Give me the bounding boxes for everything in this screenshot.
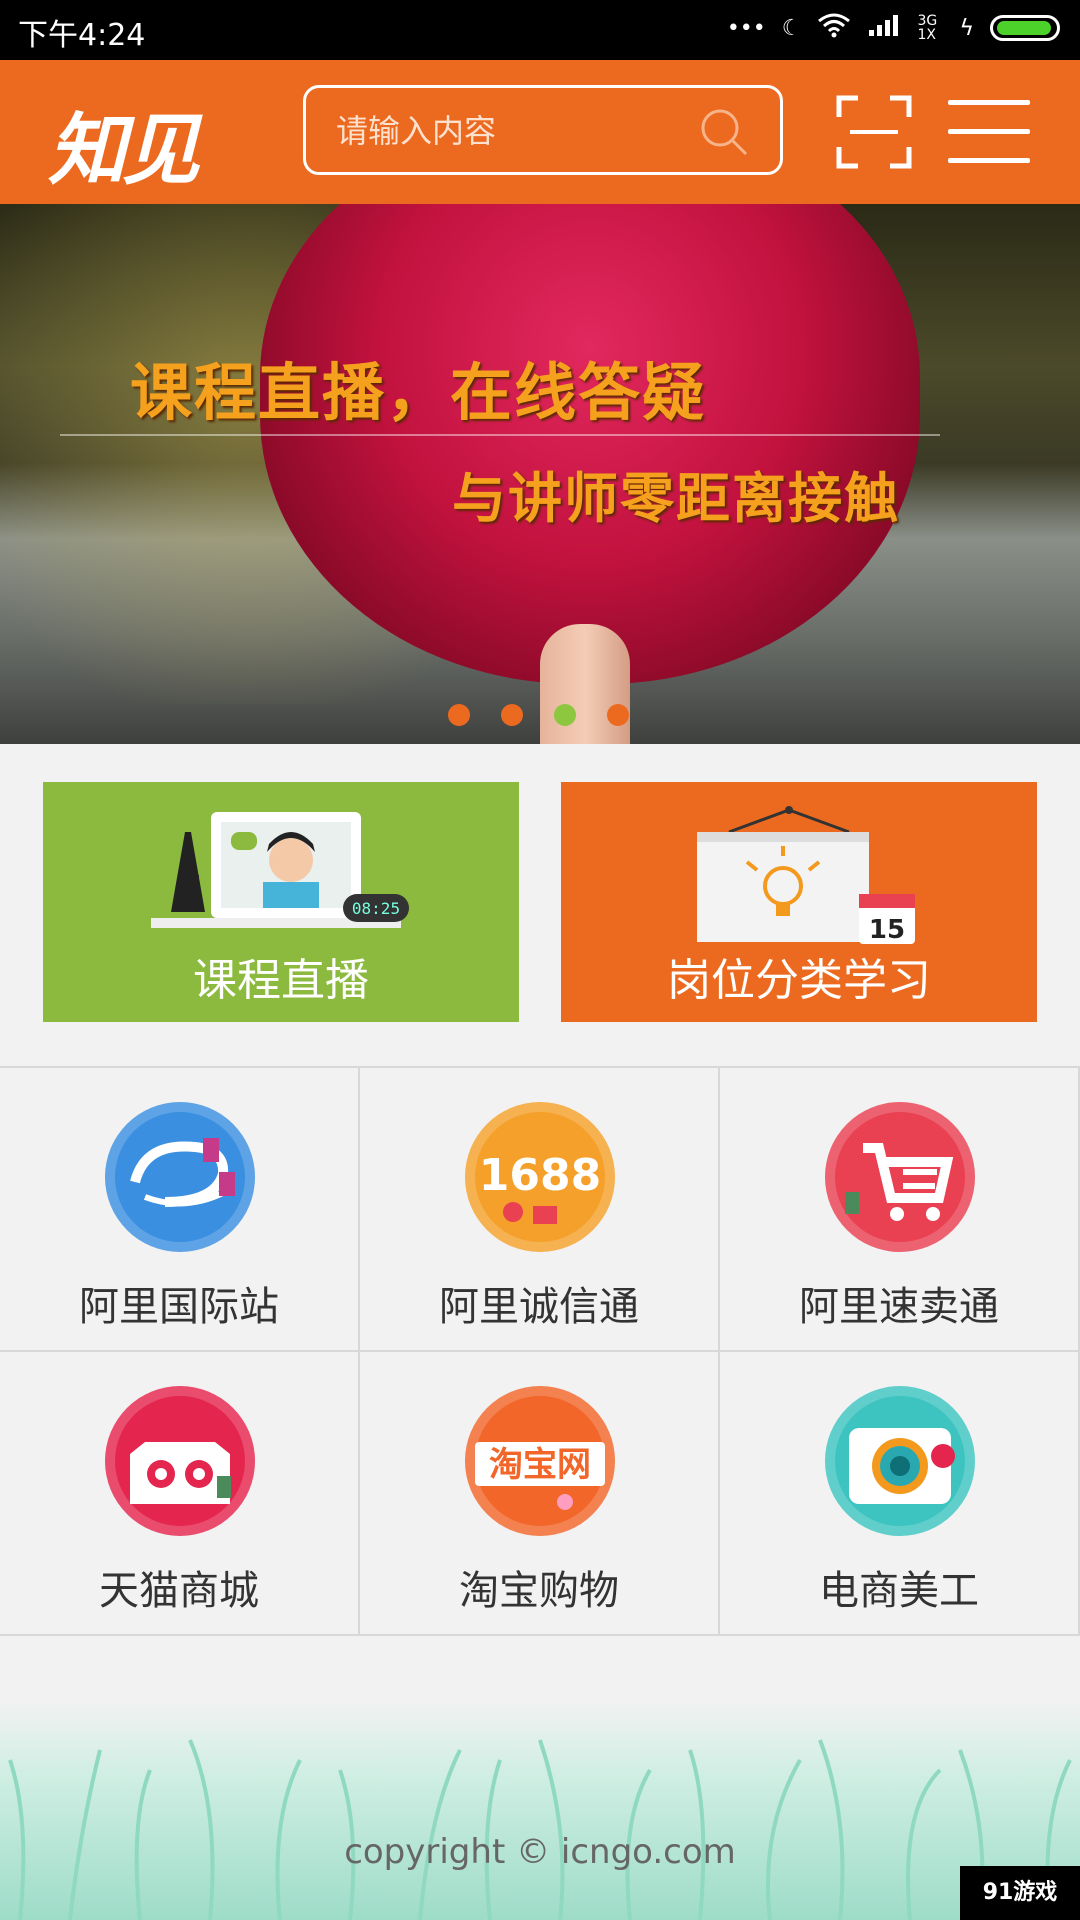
taobao-icon-text: 淘宝网 — [489, 1445, 591, 1485]
copyright-text: copyright © icngo.com — [344, 1832, 736, 1872]
scan-icon[interactable] — [836, 95, 912, 169]
tmall-icon — [105, 1386, 255, 1536]
live-course-icon: 08:25 — [151, 812, 409, 928]
banner-subheadline: 与讲师零距离接触 — [452, 467, 900, 530]
status-bar: 下午4:24 ••• ☾ 3G 1X ϟ — [0, 0, 1080, 60]
grid-item-design[interactable]: 电商美工 — [720, 1352, 1080, 1636]
banner-headline: 课程直播，在线答疑 — [130, 356, 707, 429]
grid-item-label: 阿里国际站 — [79, 1284, 279, 1330]
pagination-dot[interactable] — [448, 704, 470, 726]
grid-item-label: 阿里速卖通 — [799, 1284, 999, 1330]
grid-item-label: 阿里诚信通 — [439, 1284, 639, 1330]
grid-item-label: 淘宝购物 — [459, 1568, 619, 1614]
alibaba-icon — [105, 1102, 255, 1252]
app-logo: 知见 — [48, 106, 200, 196]
pagination-dot[interactable] — [607, 704, 629, 726]
charging-icon: ϟ — [959, 15, 974, 41]
grid-item-taobao[interactable]: 淘宝网 淘宝购物 — [360, 1352, 720, 1636]
watermark-logo: 91游戏 — [960, 1866, 1080, 1920]
moon-icon: ☾ — [781, 15, 802, 41]
app-header: 知见 — [0, 60, 1080, 204]
status-icons: ••• ☾ 3G 1X ϟ — [727, 12, 1060, 44]
tile-job-category[interactable]: 15 岗位分类学习 — [561, 782, 1037, 1022]
tile-job-category-label: 岗位分类学习 — [667, 955, 931, 1006]
shortcut-grid: 阿里国际站 1688 阿里诚信通 阿里速卖通 天猫商城 淘宝网 淘宝购物 电商美… — [0, 1066, 1080, 1638]
cart-icon — [825, 1102, 975, 1252]
tile-live-course[interactable]: 08:25 课程直播 — [43, 782, 519, 1022]
grid-item-tmall[interactable]: 天猫商城 — [0, 1352, 360, 1636]
grid-item-aliexpress[interactable]: 阿里速卖通 — [720, 1068, 1080, 1352]
grid-item-label: 电商美工 — [819, 1568, 979, 1614]
wifi-icon — [817, 12, 851, 44]
menu-icon[interactable] — [948, 100, 1030, 166]
tile-live-course-label: 课程直播 — [193, 955, 369, 1006]
calendar-bulb-icon: 15 — [697, 806, 915, 945]
svg-text:15: 15 — [869, 915, 905, 945]
banner-pagination — [448, 704, 629, 726]
search-box[interactable] — [303, 85, 783, 175]
taobao-icon: 淘宝网 — [465, 1386, 615, 1536]
camera-icon — [825, 1386, 975, 1536]
search-icon[interactable] — [698, 106, 750, 158]
signal-icon — [867, 12, 901, 44]
grid-item-label: 天猫商城 — [99, 1568, 259, 1614]
network-type: 3G 1X — [917, 13, 938, 43]
1688-icon-text: 1688 — [479, 1150, 601, 1201]
banner-image-legs — [540, 624, 630, 744]
svg-text:08:25: 08:25 — [352, 899, 400, 918]
grid-item-1688[interactable]: 1688 阿里诚信通 — [360, 1068, 720, 1352]
footer-grass-decoration — [0, 1700, 1080, 1920]
pagination-dot[interactable] — [501, 704, 523, 726]
grid-item-alibaba-intl[interactable]: 阿里国际站 — [0, 1068, 360, 1352]
promo-banner[interactable]: 课程直播，在线答疑 与讲师零距离接触 — [0, 204, 1080, 744]
1688-icon: 1688 — [465, 1102, 615, 1252]
more-icon: ••• — [726, 15, 766, 41]
battery-icon — [990, 15, 1060, 41]
search-input[interactable] — [334, 106, 678, 156]
status-time: 下午4:24 — [18, 18, 146, 53]
pagination-dot-active[interactable] — [554, 704, 576, 726]
